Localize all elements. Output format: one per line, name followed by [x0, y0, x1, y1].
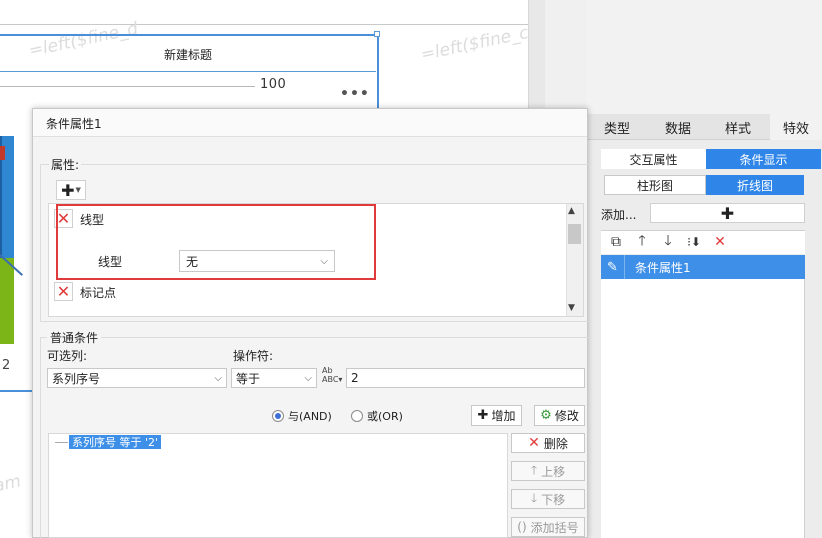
- plus-icon: ✚: [720, 203, 735, 223]
- move-down-label: 下移: [541, 492, 566, 507]
- value-input[interactable]: 2: [346, 368, 585, 388]
- condition-list: [601, 255, 805, 538]
- bracket-icon: (): [517, 520, 527, 534]
- add-label: 添加...: [601, 208, 637, 222]
- radio-and-label[interactable]: 与(AND): [288, 408, 332, 424]
- attributes-label: 属性:: [49, 156, 82, 173]
- dialog-titlebar[interactable]: [33, 109, 587, 137]
- chart-type-line[interactable]: 折线图: [706, 175, 804, 195]
- dialog-title: 条件属性1: [46, 117, 102, 131]
- column-select-value: 系列序号: [52, 371, 101, 386]
- delete-icon: ✕: [528, 435, 540, 451]
- scroll-thumb[interactable]: [568, 224, 581, 244]
- modify-button[interactable]: ⚙ 修改: [534, 405, 585, 426]
- tab-effects[interactable]: 特效: [770, 114, 822, 140]
- chart-type-bar[interactable]: 柱形图: [604, 175, 706, 195]
- column-select[interactable]: 系列序号 ⌵: [47, 368, 227, 388]
- chart-bar-accent: [0, 146, 5, 160]
- delete-icon[interactable]: ✕: [711, 233, 729, 251]
- pencil-icon[interactable]: ✎: [601, 255, 625, 279]
- tree-connector: [55, 442, 68, 443]
- general-conditions-label: 普通条件: [47, 329, 102, 346]
- move-up-button[interactable]: 🡑 上移: [511, 461, 585, 481]
- tab-style[interactable]: 样式: [709, 114, 767, 140]
- add-button[interactable]: ✚ 增加: [471, 405, 522, 426]
- plus-icon: ✚: [477, 408, 489, 423]
- list-item[interactable]: ✎ 条件属性1: [601, 255, 805, 279]
- subtab-interaction[interactable]: 交互属性: [601, 149, 706, 169]
- more-options-icon[interactable]: •••: [340, 86, 370, 102]
- radio-selected-dot: [275, 413, 281, 419]
- tab-data[interactable]: 数据: [650, 114, 706, 140]
- operator-label: 操作符:: [233, 349, 274, 363]
- axis-category-label: 2: [2, 358, 11, 373]
- scroll-up-icon[interactable]: ▲: [568, 206, 575, 216]
- remove-marker-icon[interactable]: ✕: [54, 282, 73, 301]
- operator-select-value: 等于: [236, 371, 261, 386]
- radio-and[interactable]: [272, 410, 284, 422]
- canvas-divider: [0, 24, 528, 25]
- tab-type[interactable]: 类型: [601, 114, 633, 140]
- chart-bar-green: [0, 258, 14, 344]
- axis-line: [0, 86, 255, 87]
- add-bracket-label: 添加括号: [530, 520, 579, 535]
- move-up-label: 上移: [541, 464, 566, 479]
- delete-button-label: 删除: [543, 436, 568, 451]
- arrow-down-icon[interactable]: 🡓: [659, 233, 677, 251]
- plus-icon: ✚: [61, 180, 75, 200]
- column-label: 可选列:: [47, 349, 88, 363]
- delete-button[interactable]: ✕ 删除: [511, 433, 585, 453]
- add-condition-button[interactable]: ✚: [650, 203, 805, 223]
- chart-title[interactable]: 新建标题: [0, 38, 376, 72]
- add-attribute-dropdown[interactable]: ✚ ▼: [56, 180, 86, 200]
- radio-or[interactable]: [351, 410, 363, 422]
- chevron-down-icon: ⌵: [214, 372, 222, 384]
- move-down-button[interactable]: 🡓 下移: [511, 489, 585, 509]
- scroll-down-icon[interactable]: ▼: [568, 303, 575, 313]
- list-item-label: 条件属性1: [635, 260, 691, 275]
- copy-icon[interactable]: ⧉: [607, 233, 625, 251]
- right-panel-header-area: [587, 0, 822, 114]
- arrow-up-icon: 🡑: [530, 462, 538, 477]
- add-bracket-button[interactable]: () 添加括号: [511, 517, 585, 537]
- subtab-condition-display[interactable]: 条件显示: [706, 149, 821, 169]
- gear-icon: ⚙: [540, 408, 552, 423]
- highlight-box: [56, 204, 376, 280]
- add-button-label: 增加: [491, 409, 516, 423]
- operator-select[interactable]: 等于 ⌵: [231, 368, 317, 388]
- arrow-up-icon[interactable]: 🡑: [633, 233, 651, 251]
- list-toolbar: [601, 230, 805, 254]
- modify-button-label: 修改: [554, 409, 579, 423]
- move-bottom-icon[interactable]: ⁝⬇: [685, 233, 703, 251]
- chevron-down-icon: ⌵: [304, 372, 312, 384]
- condition-item[interactable]: 系列序号 等于 '2': [69, 435, 162, 449]
- arrow-down-icon: 🡓: [530, 490, 538, 505]
- resize-handle[interactable]: [374, 31, 380, 37]
- radio-or-label[interactable]: 或(OR): [367, 408, 403, 424]
- attributes-scrollbar[interactable]: [566, 204, 583, 316]
- marker-label: 标记点: [80, 286, 117, 300]
- value-type-icon[interactable]: Ab ABC▾: [322, 366, 342, 384]
- axis-tick-label: 100: [260, 77, 287, 92]
- chevron-down-icon: ▼: [75, 186, 81, 194]
